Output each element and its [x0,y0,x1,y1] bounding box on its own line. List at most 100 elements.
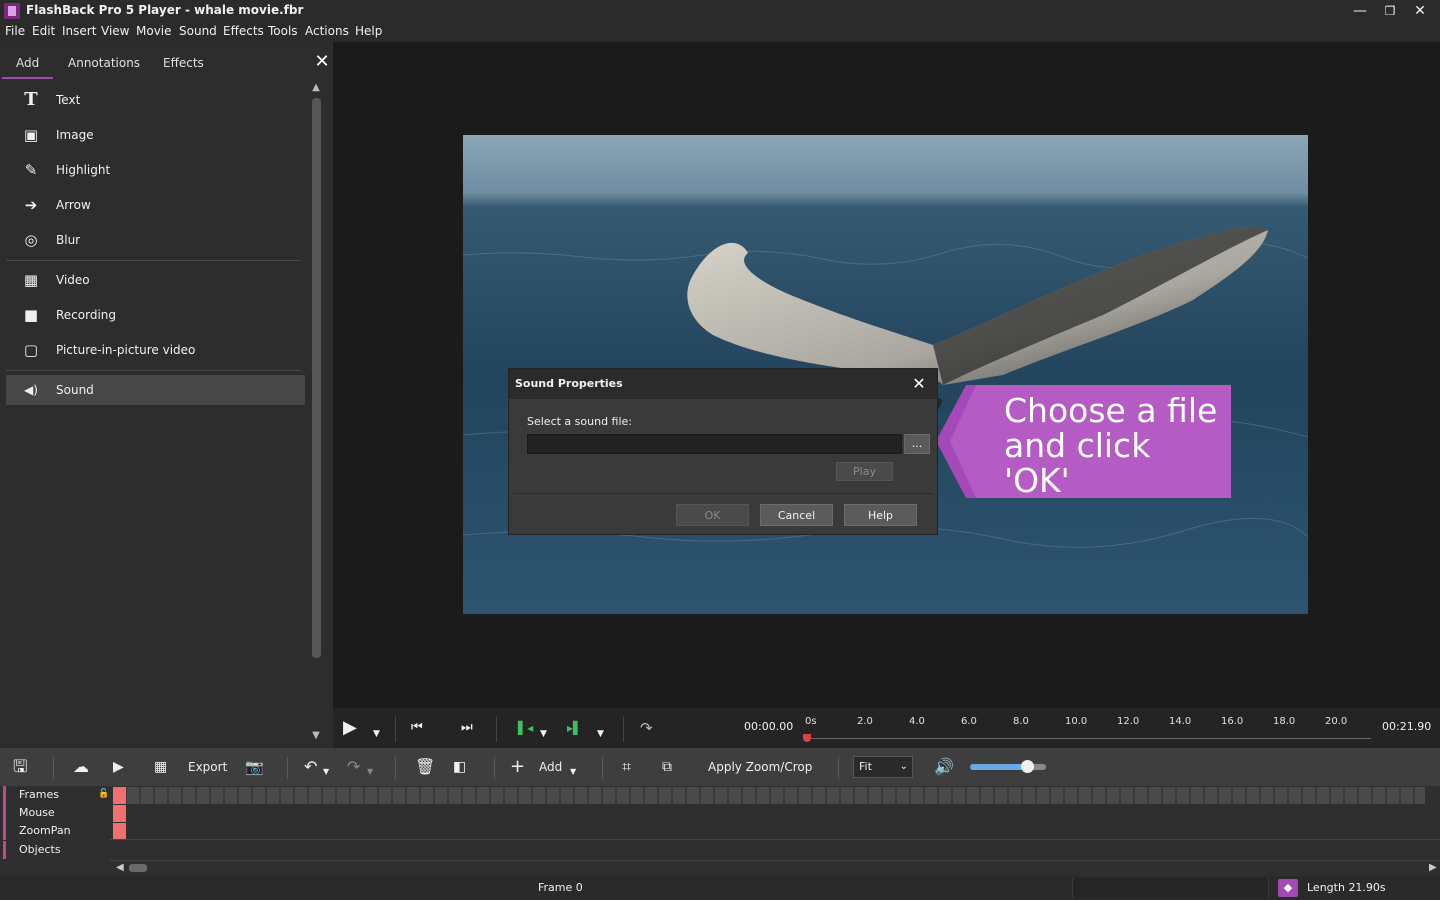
toolbar-divider [494,757,495,779]
highlight-brush-icon: ✎ [24,161,38,179]
minimize-button[interactable]: — [1345,0,1375,22]
add-chevron-icon[interactable]: ▼ [570,763,576,781]
status-field [1072,878,1269,898]
close-panel-icon[interactable]: ✕ [313,52,331,72]
menu-file[interactable]: File [5,24,25,38]
scroll-down-icon[interactable]: ▼ [310,730,322,741]
menu-edit[interactable]: Edit [32,24,55,38]
snapshot-camera-icon[interactable]: 📷 [245,758,264,776]
undo-chevron-icon[interactable]: ▼ [323,763,329,781]
sound-speaker-icon: ◀) [24,383,38,397]
video-film-icon: ▦ [23,271,39,289]
crop-icon[interactable]: ⌗ [622,758,631,776]
lock-icon[interactable]: 🔓 [98,789,109,799]
apply-zoom-crop-button[interactable]: Apply Zoom/Crop [708,760,812,774]
instruction-callout: Choose a file and click 'OK' [936,385,1231,498]
track-label-objects[interactable]: Objects [3,841,110,859]
export-film-icon[interactable]: ▦ [154,758,167,776]
menu-view[interactable]: View [101,24,129,38]
track-label-frames[interactable]: Frames 🔓 [3,786,110,804]
panel-scrollbar[interactable]: ▲ ▼ [310,82,322,784]
add-item-highlight[interactable]: ✎ Highlight [6,155,305,185]
play-icon[interactable]: ▶ [343,718,357,738]
timeline-scrollbar[interactable]: ◀ ▶ [113,862,1440,874]
zoom-fit-value: Fit [859,760,872,773]
help-button[interactable]: Help [844,504,917,526]
volume-slider[interactable] [970,760,1046,773]
ok-button[interactable]: OK [676,504,749,526]
play-options-chevron-icon[interactable]: ▼ [373,724,380,744]
youtube-icon[interactable]: ▶ [113,758,124,776]
go-to-end-icon[interactable]: ⏭ [461,718,473,738]
delete-trash-icon[interactable]: 🗑 [415,758,435,776]
redo-chevron-icon[interactable]: ▼ [367,763,373,781]
undo-icon[interactable]: ↶ [304,758,317,776]
movie-length-icon: ◆ [1278,879,1298,897]
save-icon[interactable]: 🖫 [13,758,27,776]
ruler-tick: 2.0 [857,716,873,727]
dialog-divider [513,493,933,494]
go-to-start-icon[interactable]: ⏮ [411,718,423,738]
ruler-tick: 14.0 [1169,716,1192,727]
menu-movie[interactable]: Movie [136,24,172,38]
scroll-up-icon[interactable]: ▲ [310,82,322,93]
dialog-close-icon[interactable]: ✕ [909,374,929,394]
timeline-ruler[interactable]: 0s 2.0 4.0 6.0 8.0 10.0 12.0 14.0 16.0 1… [803,716,1371,744]
add-item-blur[interactable]: ◎ Blur [6,225,305,255]
split-icon[interactable]: ◧ [453,758,466,776]
redo-jump-icon[interactable]: ↷ [640,718,653,738]
scrollbar-thumb[interactable] [129,864,147,872]
add-item-arrow[interactable]: ➔ Arrow [6,190,305,220]
volume-knob[interactable] [1021,760,1034,773]
add-item-label: Text [56,93,81,107]
add-item-sound[interactable]: ◀) Sound [6,375,305,405]
menu-effects[interactable]: Effects [223,24,264,38]
upload-cloud-icon[interactable]: ☁ [73,758,89,776]
menu-help[interactable]: Help [355,24,382,38]
tab-annotations[interactable]: Annotations [68,56,140,70]
play-button[interactable]: Play [836,462,893,481]
close-window-button[interactable]: ✕ [1405,0,1435,22]
mark-out-chevron-icon[interactable]: ▼ [597,724,604,744]
zoompan-marker[interactable] [113,823,126,840]
menu-actions[interactable]: Actions [305,24,349,38]
menu-sound[interactable]: Sound [179,24,217,38]
restore-button[interactable]: ❐ [1375,0,1405,22]
mouse-marker[interactable] [113,805,126,822]
tab-effects[interactable]: Effects [163,56,204,70]
movie-length: Length 21.90s [1307,881,1386,894]
frame-marker[interactable] [113,787,126,804]
toolbar-divider [602,757,603,779]
add-plus-icon[interactable]: + [510,758,525,776]
playhead-marker[interactable] [803,734,811,742]
sound-file-input[interactable] [527,434,902,454]
zoom-frames-icon[interactable]: ⧉ [662,758,672,776]
frames-track[interactable] [113,787,1425,804]
track-label-mouse[interactable]: Mouse [3,804,110,822]
cancel-button[interactable]: Cancel [760,504,833,526]
export-button[interactable]: Export [188,760,227,774]
menu-tools[interactable]: Tools [268,24,298,38]
add-item-recording[interactable]: ■ Recording [6,300,305,330]
add-button[interactable]: Add [539,760,562,774]
track-label-zoompan[interactable]: ZoomPan [3,822,110,840]
tab-add[interactable]: Add [1,56,54,79]
scrollbar-thumb[interactable] [312,98,321,658]
menu-insert[interactable]: Insert [62,24,96,38]
redo-icon[interactable]: ↷ [347,758,360,776]
mark-out-icon[interactable]: ▸▌ [567,718,582,738]
recording-camera-icon: ■ [23,306,39,324]
browse-file-button[interactable]: ... [904,434,930,454]
add-item-text[interactable]: T Text [6,85,305,115]
add-item-picture-in-picture[interactable]: ▢ Picture-in-picture video [6,335,305,365]
zoom-fit-select[interactable]: Fit ⌄ [853,756,913,778]
mark-in-chevron-icon[interactable]: ▼ [540,724,547,744]
ruler-tick: 4.0 [909,716,925,727]
volume-speaker-icon[interactable]: 🔊 [934,758,954,776]
playback-bar: ▶ ▼ ⏮ ⏭ ▌◂ ▼ ▸▌ ▼ ↷ 00:00.00 0s 2.0 4.0 … [333,708,1440,748]
add-item-image[interactable]: ▣ Image [6,120,305,150]
add-item-video[interactable]: ▦ Video [6,265,305,295]
mark-in-icon[interactable]: ▌◂ [518,718,533,738]
scroll-left-icon[interactable]: ◀ [116,862,124,873]
scroll-right-icon[interactable]: ▶ [1429,862,1437,873]
